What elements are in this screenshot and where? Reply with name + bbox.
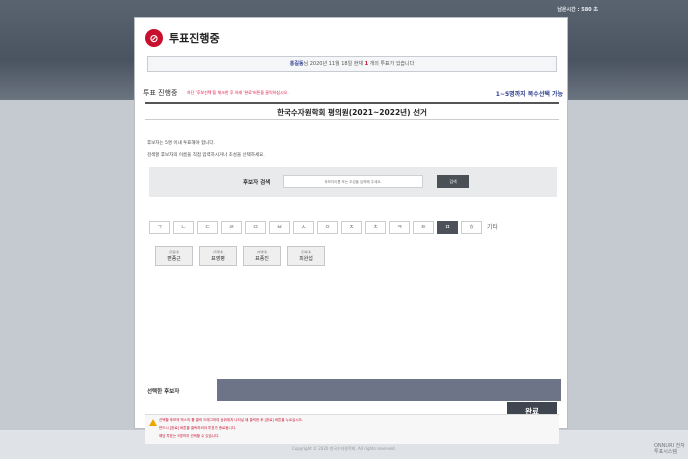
logo-text: 투표진행중 — [169, 32, 220, 45]
copyright-text: Copyright © 2020 한국수자원학회. All rights res… — [292, 446, 396, 451]
candidate-name: 편종근 — [167, 256, 181, 262]
candidate-name: 표영평 — [211, 256, 225, 262]
candidate-name: 표종진 — [255, 256, 269, 262]
candidate-name: 피완섭 — [299, 256, 313, 262]
consonant-button[interactable]: ㅇ — [317, 221, 338, 234]
consonant-button[interactable]: ㄱ — [149, 221, 170, 234]
consonant-button[interactable]: ㅈ — [341, 221, 362, 234]
vote-notice: 홍길동님 2020년 11월 18일 현재 1 개의 투표가 있습니다 — [147, 56, 557, 72]
candidate-card[interactable]: (국제대) 표영평 — [199, 246, 237, 266]
selected-drop-area[interactable] — [217, 379, 561, 401]
candidate-list: (한림대) 편종근 (국제대) 표영평 (부경대) 표종진 (전북대) 피완섭 — [155, 246, 325, 266]
description-line-2: 검색할 후보자의 이름을 직접 입력하시거나 초성을 선택하세요. — [147, 153, 265, 158]
selected-candidates: 선택한 후보자 — [145, 379, 561, 401]
consonant-button[interactable]: ㅍ — [437, 221, 458, 234]
section-title: 투표 진행중 — [143, 89, 178, 97]
consonant-button[interactable]: ㄷ — [197, 221, 218, 234]
section-heading: 투표 진행중 하단 '후보선택'을 체크한 후 아래 '완료'버튼을 클릭하십시… — [143, 88, 563, 98]
brand-logo-icon: ⊘ — [145, 29, 163, 47]
candidate-card[interactable]: (한림대) 편종근 — [155, 246, 193, 266]
candidate-card[interactable]: (전북대) 피완섭 — [287, 246, 325, 266]
consonant-button[interactable]: ㅌ — [413, 221, 434, 234]
selection-limit: 1~5명까지 복수선택 가능 — [495, 91, 563, 98]
consonant-button[interactable]: ㄹ — [221, 221, 242, 234]
search-input[interactable] — [283, 175, 423, 188]
consonant-filter: ㄱㄴㄷㄹㅁㅂㅅㅇㅈㅊㅋㅌㅍㅎ 기타 — [149, 221, 561, 235]
remaining-time: 남은시간 : 580 초 — [557, 7, 598, 13]
consonant-button[interactable]: ㅊ — [365, 221, 386, 234]
search-button[interactable]: 검색 — [437, 175, 469, 188]
corner-logo: ONNURI 전자투표시스템 — [654, 443, 685, 455]
consonant-button[interactable]: ㄴ — [173, 221, 194, 234]
consonant-button[interactable]: ㅁ — [245, 221, 266, 234]
warning-line-1: 선택할 후보의 박스의 를 클릭 드래그하여 상위위치 나타날 때 클릭한 후 … — [159, 418, 303, 422]
warning-line-3: 해당 투표는 5명까지 선택할 수 있습니다. — [159, 434, 220, 438]
vote-panel: ⊘ 투표진행중 홍길동님 2020년 11월 18일 현재 1 개의 투표가 있… — [134, 17, 568, 444]
notice-suffix: 개의 투표가 있습니다 — [369, 61, 415, 67]
candidate-affiliation: (한림대) — [168, 250, 180, 254]
description-line-1: 후보자는 5명 이내 투표해야 합니다. — [147, 141, 215, 146]
consonant-button[interactable]: ㅂ — [269, 221, 290, 234]
search-area: 후보자 검색 검색 — [149, 167, 557, 197]
section-hint: 하단 '후보선택'을 체크한 후 아래 '완료'버튼을 클릭하십시오. — [187, 90, 289, 95]
warning-line-2: 반드시 [완료] 버튼을 클릭하셔야 투표가 종료됩니다. — [159, 426, 237, 430]
warning-box: 선택할 후보의 박스의 를 클릭 드래그하여 상위위치 나타날 때 클릭한 후 … — [145, 414, 559, 444]
warning-icon — [149, 419, 157, 426]
vote-count: 1 — [364, 61, 369, 67]
candidate-affiliation: (전북대) — [300, 250, 312, 254]
user-name: 홍길동 — [289, 61, 304, 67]
search-label: 후보자 검색 — [243, 180, 271, 186]
election-title: 한국수자원학회 평의원(2021~2022년) 선거 — [145, 102, 559, 120]
consonant-button[interactable]: ㅋ — [389, 221, 410, 234]
consonant-button[interactable]: ㅎ — [461, 221, 482, 234]
consonant-etc-button[interactable]: 기타 — [487, 221, 498, 235]
selected-label: 선택한 후보자 — [147, 389, 180, 395]
candidate-card[interactable]: (부경대) 표종진 — [243, 246, 281, 266]
candidate-affiliation: (국제대) — [212, 250, 224, 254]
notice-text: 님 2020년 11월 18일 현재 — [303, 61, 363, 67]
consonant-button[interactable]: ㅅ — [293, 221, 314, 234]
logo: ⊘ 투표진행중 — [145, 29, 220, 47]
candidate-affiliation: (부경대) — [256, 250, 268, 254]
